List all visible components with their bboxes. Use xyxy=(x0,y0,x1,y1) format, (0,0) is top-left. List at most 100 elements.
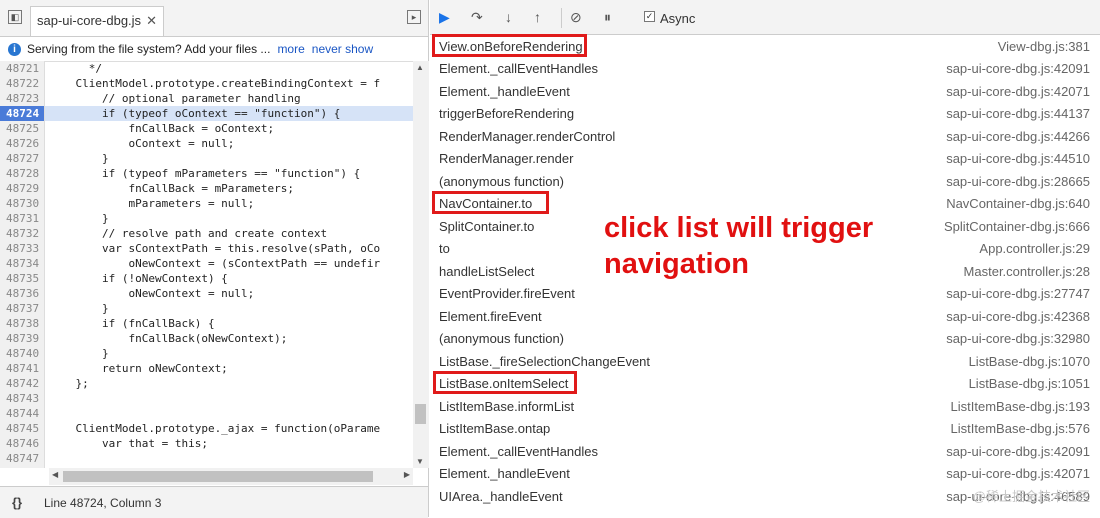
line-number[interactable]: 48733 xyxy=(0,241,45,256)
line-number[interactable]: 48738 xyxy=(0,316,45,331)
frame-location[interactable]: sap-ui-core-dbg.js:42368 xyxy=(946,309,1090,324)
line-number[interactable]: 48725 xyxy=(0,121,45,136)
line-number[interactable]: 48746 xyxy=(0,436,45,451)
frame-location[interactable]: App.controller.js:29 xyxy=(979,241,1090,256)
call-frame[interactable]: ListItemBase.informList ListItemBase-dbg.… xyxy=(430,395,1100,418)
toggle-debugger-icon[interactable]: ▸ xyxy=(407,10,421,24)
call-frame[interactable]: (anonymous function) sap-ui-core-dbg.js:2… xyxy=(430,170,1100,193)
line-number[interactable]: 48728 xyxy=(0,166,45,181)
code-line[interactable]: 48736 oNewContext = null; xyxy=(0,286,413,301)
call-frame[interactable]: Element.fireEvent sap-ui-core-dbg.js:4236… xyxy=(430,305,1100,328)
frame-location[interactable]: ListBase-dbg.js:1070 xyxy=(969,354,1090,369)
frame-location[interactable]: sap-ui-core-dbg.js:44137 xyxy=(946,106,1090,121)
code-line[interactable]: 48743 xyxy=(0,391,413,406)
call-frame[interactable]: Element._handleEvent sap-ui-core-dbg.js:4… xyxy=(430,463,1100,486)
infobar-more-link[interactable]: more xyxy=(277,42,304,56)
line-number[interactable]: 48744 xyxy=(0,406,45,421)
deactivate-breakpoints-icon[interactable]: ⊘ xyxy=(570,9,582,25)
line-number[interactable]: 48739 xyxy=(0,331,45,346)
frame-location[interactable]: NavContainer-dbg.js:640 xyxy=(946,196,1090,211)
code-line[interactable]: 48733 var sContextPath = this.resolve(sP… xyxy=(0,241,413,256)
line-number[interactable]: 48742 xyxy=(0,376,45,391)
line-number[interactable]: 48735 xyxy=(0,271,45,286)
line-number[interactable]: 48723 xyxy=(0,91,45,106)
line-number[interactable]: 48737 xyxy=(0,301,45,316)
line-number[interactable]: 48741 xyxy=(0,361,45,376)
frame-location[interactable]: sap-ui-core-dbg.js:42071 xyxy=(946,84,1090,99)
frame-location[interactable]: sap-ui-core-dbg.js:42091 xyxy=(946,61,1090,76)
call-frame[interactable]: ListBase._fireSelectionChangeEvent ListBa… xyxy=(430,350,1100,373)
line-number[interactable]: 48727 xyxy=(0,151,45,166)
scroll-thumb[interactable] xyxy=(415,404,426,424)
call-frame[interactable]: EventProvider.fireEvent sap-ui-core-dbg.j… xyxy=(430,283,1100,306)
line-number[interactable]: 48721 xyxy=(0,61,45,76)
code-line[interactable]: 48734 oNewContext = (sContextPath == und… xyxy=(0,256,413,271)
vertical-scrollbar[interactable]: ▲ ▼ xyxy=(413,61,429,468)
line-number[interactable]: 48743 xyxy=(0,391,45,406)
code-line[interactable]: 48744 xyxy=(0,406,413,421)
scroll-left-icon[interactable]: ◀ xyxy=(52,470,58,479)
frame-location[interactable]: ListBase-dbg.js:1051 xyxy=(969,376,1090,391)
resume-icon[interactable]: ▶ xyxy=(439,9,450,25)
call-frame[interactable]: ListItemBase.ontap ListItemBase-dbg.js:57… xyxy=(430,418,1100,441)
call-frame[interactable]: triggerBeforeRendering sap-ui-core-dbg.js… xyxy=(430,103,1100,126)
frame-location[interactable]: sap-ui-core-dbg.js:42071 xyxy=(946,466,1090,481)
code-line[interactable]: 48735 if (!oNewContext) { xyxy=(0,271,413,286)
frame-location[interactable]: ListItemBase-dbg.js:193 xyxy=(951,399,1090,414)
code-line[interactable]: 48721 */ xyxy=(0,61,413,76)
infobar-never-show-link[interactable]: never show xyxy=(312,42,373,56)
call-frame[interactable]: Element._handleEvent sap-ui-core-dbg.js:4… xyxy=(430,80,1100,103)
code-line[interactable]: 48725 fnCallBack = oContext; xyxy=(0,121,413,136)
line-number[interactable]: 48729 xyxy=(0,181,45,196)
frame-location[interactable]: sap-ui-core-dbg.js:32980 xyxy=(946,331,1090,346)
file-tab[interactable]: sap-ui-core-dbg.js ✕ xyxy=(30,6,164,36)
line-number[interactable]: 48726 xyxy=(0,136,45,151)
call-frame[interactable]: Element._callEventHandles sap-ui-core-dbg… xyxy=(430,58,1100,81)
line-number[interactable]: 48734 xyxy=(0,256,45,271)
frame-location[interactable]: View-dbg.js:381 xyxy=(998,39,1090,54)
code-line[interactable]: 48729 fnCallBack = mParameters; xyxy=(0,181,413,196)
step-out-icon[interactable]: ↑ xyxy=(534,9,541,25)
code-line[interactable]: 48737 } xyxy=(0,301,413,316)
call-frame[interactable]: Element._callEventHandles sap-ui-core-dbg… xyxy=(430,440,1100,463)
line-number[interactable]: 48722 xyxy=(0,76,45,91)
call-frame[interactable]: RenderManager.render sap-ui-core-dbg.js:4… xyxy=(430,148,1100,171)
code-line[interactable]: 48724 if (typeof oContext == "function")… xyxy=(0,106,413,121)
pretty-print-icon[interactable]: {} xyxy=(12,495,32,510)
code-line[interactable]: 48747 xyxy=(0,451,413,466)
code-editor[interactable]: 48721 */48722 ClientModel.prototype.crea… xyxy=(0,61,413,468)
line-number[interactable]: 48730 xyxy=(0,196,45,211)
code-line[interactable]: 48746 var that = this; xyxy=(0,436,413,451)
line-number[interactable]: 48731 xyxy=(0,211,45,226)
line-number[interactable]: 48745 xyxy=(0,421,45,436)
code-line[interactable]: 48738 if (fnCallBack) { xyxy=(0,316,413,331)
code-line[interactable]: 48730 mParameters = null; xyxy=(0,196,413,211)
async-checkbox[interactable]: ✓ xyxy=(644,11,655,22)
frame-location[interactable]: sap-ui-core-dbg.js:42091 xyxy=(946,444,1090,459)
frame-location[interactable]: ListItemBase-dbg.js:576 xyxy=(951,421,1090,436)
code-line[interactable]: 48726 oContext = null; xyxy=(0,136,413,151)
step-into-icon[interactable]: ↓ xyxy=(505,9,512,25)
call-frame[interactable]: RenderManager.renderControl sap-ui-core-d… xyxy=(430,125,1100,148)
scroll-right-icon[interactable]: ▶ xyxy=(404,470,410,479)
line-number[interactable]: 48732 xyxy=(0,226,45,241)
code-line[interactable]: 48732 // resolve path and create context xyxy=(0,226,413,241)
code-line[interactable]: 48745 ClientModel.prototype._ajax = func… xyxy=(0,421,413,436)
horizontal-scrollbar[interactable]: ◀ ▶ xyxy=(49,468,413,485)
line-number[interactable]: 48747 xyxy=(0,451,45,466)
code-line[interactable]: 48741 return oNewContext; xyxy=(0,361,413,376)
scroll-up-icon[interactable]: ▲ xyxy=(416,63,424,72)
line-number[interactable]: 48724 xyxy=(0,106,45,121)
frame-location[interactable]: SplitContainer-dbg.js:666 xyxy=(944,219,1090,234)
hscroll-thumb[interactable] xyxy=(63,471,373,482)
code-line[interactable]: 48723 // optional parameter handling xyxy=(0,91,413,106)
frame-location[interactable]: sap-ui-core-dbg.js:44266 xyxy=(946,129,1090,144)
close-icon[interactable]: ✕ xyxy=(146,13,157,29)
frame-location[interactable]: sap-ui-core-dbg.js:28665 xyxy=(946,174,1090,189)
code-line[interactable]: 48731 } xyxy=(0,211,413,226)
toggle-navigator-icon[interactable]: ◧ xyxy=(8,10,22,24)
code-line[interactable]: 48739 fnCallBack(oNewContext); xyxy=(0,331,413,346)
frame-location[interactable]: sap-ui-core-dbg.js:44510 xyxy=(946,151,1090,166)
line-number[interactable]: 48740 xyxy=(0,346,45,361)
step-over-icon[interactable]: ↷ xyxy=(471,9,483,25)
